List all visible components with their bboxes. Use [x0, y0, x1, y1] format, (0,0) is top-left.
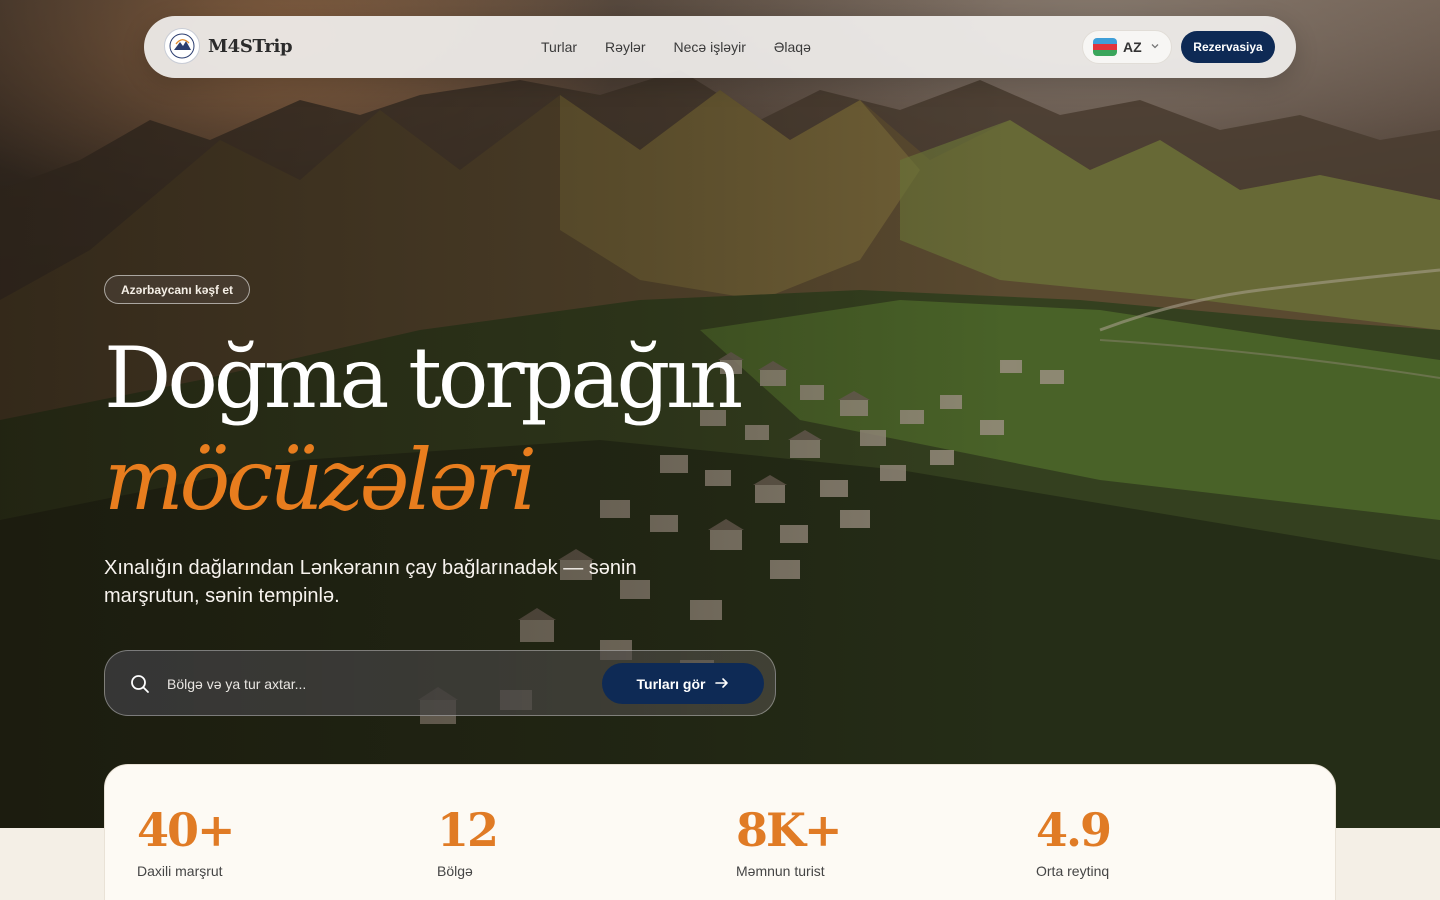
stat-label: Məmnun turist — [736, 863, 825, 879]
stat-label: Orta reytinq — [1036, 863, 1110, 879]
brand-logo[interactable]: M4STrip — [164, 28, 293, 64]
stat-value: 4.9 — [1036, 803, 1112, 857]
stat-regions: 12 Bölgə — [437, 803, 499, 879]
stat-rating: 4.9 Orta reytinq — [1036, 803, 1112, 879]
search-input[interactable] — [167, 668, 567, 700]
view-tours-button[interactable]: Turları gör — [602, 663, 764, 704]
azerbaijan-flag-icon — [1093, 38, 1117, 56]
hero-title-line1: Doğma torpağın — [104, 329, 743, 427]
language-selector[interactable]: AZ — [1082, 30, 1172, 64]
book-button[interactable]: Rezervasiya — [1181, 31, 1275, 63]
search-bar: Turları gör — [104, 650, 776, 716]
hero-subtitle: Xınalığın dağlarından Lənkəranın çay bağ… — [104, 557, 637, 607]
stats-panel: 40+ Daxili marşrut 12 Bölgə 8K+ Məmnun t… — [104, 764, 1336, 900]
arrow-right-icon — [715, 676, 729, 692]
stat-value: 8K+ — [736, 803, 843, 857]
nav-link-contact[interactable]: Əlaqə — [774, 39, 811, 55]
hero-tag: Azərbaycanı kəşf et — [104, 275, 251, 304]
stat-label: Bölgə — [437, 863, 473, 879]
logo-emblem-icon — [164, 28, 200, 64]
view-tours-label: Turları gör — [636, 675, 706, 692]
chevron-down-icon — [1150, 41, 1160, 54]
nav-links: Turlar Rəylər Necə işləyir Əlaqə — [541, 16, 811, 78]
hero-title-line2: möcüzələri — [104, 431, 537, 529]
stat-value: 40+ — [137, 803, 236, 857]
stat-tourists: 8K+ Məmnun turist — [736, 803, 843, 879]
nav-link-how-it-works[interactable]: Necə işləyir — [674, 39, 746, 55]
stat-routes: 40+ Daxili marşrut — [137, 803, 236, 879]
stat-label: Daxili marşrut — [137, 863, 223, 879]
navbar: M4STrip Turlar Rəylər Necə işləyir Əlaqə… — [144, 16, 1296, 78]
brand-name: M4STrip — [208, 35, 293, 57]
nav-link-reviews[interactable]: Rəylər — [605, 39, 645, 55]
search-icon — [129, 673, 151, 695]
nav-link-tours[interactable]: Turlar — [541, 39, 577, 55]
stat-value: 12 — [437, 803, 499, 857]
language-code: AZ — [1123, 39, 1142, 55]
